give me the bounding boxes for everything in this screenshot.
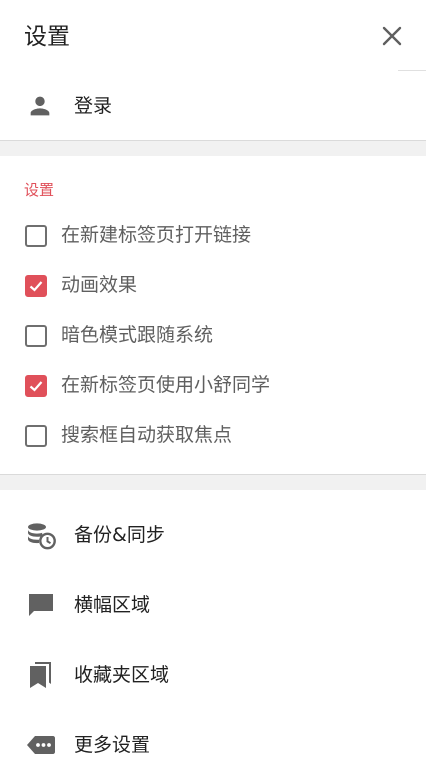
close-icon: [382, 26, 402, 46]
option-open-links-new-tab[interactable]: 在新建标签页打开链接: [0, 213, 426, 257]
page-title: 设置: [24, 24, 70, 50]
section-divider: [0, 140, 426, 156]
close-button[interactable]: [376, 20, 408, 52]
checkbox[interactable]: [25, 325, 47, 347]
check-icon: [29, 381, 43, 392]
checkbox[interactable]: [25, 225, 47, 247]
option-label: 动画效果: [61, 274, 138, 296]
section-label: 设置: [24, 181, 55, 199]
menu-item-label: 收藏夹区域: [74, 664, 170, 686]
option-search-autofocus[interactable]: 搜索框自动获取焦点: [0, 413, 426, 457]
option-label: 暗色模式跟随系统: [61, 324, 214, 346]
drawer-header: 设置: [0, 0, 426, 72]
option-dark-mode-follow-system[interactable]: 暗色模式跟随系统: [0, 313, 426, 357]
login-label: 登录: [74, 95, 113, 117]
label-more-icon: [25, 729, 57, 761]
option-label: 在新标签页使用小舒同学: [61, 374, 271, 396]
login-button[interactable]: 登录: [0, 72, 426, 140]
message-icon: [25, 589, 57, 621]
database-clock-icon: [25, 519, 57, 551]
menu-item-more-settings[interactable]: 更多设置: [0, 710, 426, 780]
option-animation[interactable]: 动画效果: [0, 263, 426, 307]
option-label: 搜索框自动获取焦点: [61, 424, 233, 446]
menu-item-label: 横幅区域: [74, 594, 151, 616]
menu-item-bookmarks-area[interactable]: 收藏夹区域: [0, 640, 426, 710]
settings-section: 设置 在新建标签页打开链接 动画效果 暗色模式跟随系统 在新标签页使用小舒同学 …: [0, 156, 426, 474]
checkbox[interactable]: [25, 425, 47, 447]
divider: [398, 70, 426, 71]
menu-item-backup-sync[interactable]: 备份&同步: [0, 500, 426, 570]
bookmarks-icon: [25, 659, 57, 691]
menu-section: 备份&同步 横幅区域 收藏夹区域 更多设置: [0, 490, 426, 782]
person-icon: [30, 96, 50, 116]
checkbox[interactable]: [25, 275, 47, 297]
menu-item-banner-area[interactable]: 横幅区域: [0, 570, 426, 640]
menu-item-label: 备份&同步: [74, 524, 165, 546]
option-label: 在新建标签页打开链接: [61, 224, 252, 246]
check-icon: [29, 281, 43, 292]
checkbox[interactable]: [25, 375, 47, 397]
section-divider: [0, 474, 426, 490]
option-use-in-new-tab[interactable]: 在新标签页使用小舒同学: [0, 363, 426, 407]
menu-item-label: 更多设置: [74, 734, 151, 756]
